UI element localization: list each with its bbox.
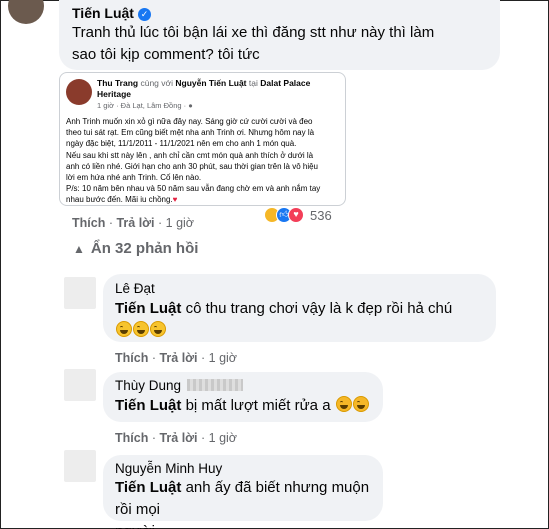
shared-post-with: cùng với <box>140 78 173 88</box>
main-comment-text-line2: sao tôi kịp comment? tôi tức <box>72 46 260 63</box>
main-comment-bubble: Tiến Luật ✓ Tranh thủ lúc tôi bận lái xe … <box>59 0 500 70</box>
reply-time[interactable]: 1 giờ <box>209 351 237 365</box>
reply-bubble: Nguyễn Minh Huy Tiến Luật anh ấy đã biết… <box>103 455 383 529</box>
shared-post-card[interactable]: Thu Trang cùng với Nguyễn Tiến Luật tại … <box>59 72 346 206</box>
reply-mention[interactable]: Tiến Luật <box>115 300 181 317</box>
reply-mention[interactable]: Tiến Luật <box>115 397 181 414</box>
shared-post-line: anh có liền nhé. Giới hạn cho anh 30 phú… <box>66 161 318 171</box>
reply-time[interactable]: 1 giờ <box>209 431 237 445</box>
rofl-emoji-icon <box>352 396 369 412</box>
shared-post-line: Nếu sau khi stt này lên , anh chỉ cần cm… <box>66 150 314 160</box>
hide-replies-label: Ẩn 32 phản hồi <box>90 240 199 257</box>
main-comment-actions: Thích · Trả lời · 1 giờ <box>72 216 194 230</box>
reply-author[interactable]: Thùy Dung <box>115 378 181 393</box>
globe-icon: ● <box>188 101 193 110</box>
reply-like-button[interactable]: Thích <box>115 351 148 365</box>
rofl-emoji-icon <box>335 396 352 412</box>
shared-post-author-avatar[interactable] <box>66 79 92 105</box>
reaction-count: 536 <box>310 207 332 223</box>
grin-emoji-icon <box>116 321 132 337</box>
grin-emoji-icon <box>133 321 149 337</box>
shared-post-line: lời em hứa nhé anh Trinh. Cố lên nào. <box>66 173 202 183</box>
reply-author[interactable]: Nguyễn Minh Huy <box>115 461 222 476</box>
reply-text: cô thu trang chơi vậy là k đẹp rồi hả ch… <box>185 300 453 317</box>
main-reply-button[interactable]: Trả lời <box>116 216 154 230</box>
shared-post-line: Anh Trinh muốn xin xỏ gì nữa đây nay. Sá… <box>66 117 313 126</box>
reply-text-line2: người <box>115 521 380 529</box>
shared-post-meta: 1 giờ · Đà Lạt, Lâm Đồng · ● <box>97 101 193 110</box>
shared-post-line: P/s: 10 năm bên nhau và 50 năm sau vẫn đ… <box>66 184 321 194</box>
main-comment-reactions[interactable]: 👍︎ ♥ 536 <box>264 206 332 224</box>
main-comment-author[interactable]: Tiến Luật <box>72 5 134 21</box>
reply-like-button[interactable]: Thích <box>115 431 148 445</box>
grin-emoji-icon <box>150 321 166 337</box>
shared-post-header: Thu Trang cùng với Nguyễn Tiến Luật tại … <box>97 78 342 100</box>
love-reaction-icon: ♥ <box>288 207 304 223</box>
reply-bubble: Thùy Dung Tiến Luật bị mất lượt miết rửa… <box>103 372 383 422</box>
shared-post-line: nhau bước đến. Mãi iu chồng. <box>66 195 173 205</box>
hide-replies-toggle[interactable]: ▲ Ẩn 32 phản hồi <box>73 240 198 257</box>
main-comment-time[interactable]: 1 giờ <box>166 216 194 230</box>
shared-post-author[interactable]: Thu Trang <box>97 78 138 88</box>
main-comment-text-line1: Tranh thủ lúc tôi bận lái xe thì đăng st… <box>72 24 435 41</box>
reply-actions: Thích · Trả lời · 1 giờ <box>115 431 237 445</box>
reply-actions: Thích · Trả lời · 1 giờ <box>115 351 237 365</box>
shared-post-tagged[interactable]: Nguyễn Tiến Luật <box>175 78 246 88</box>
reply-avatar[interactable] <box>64 277 96 309</box>
shared-post-line: ngày đặc biệt, 11/1/2011 - 11/1/2021 nên… <box>66 139 297 149</box>
redacted-name <box>187 379 244 391</box>
verified-badge-icon: ✓ <box>137 8 151 21</box>
reply-bubble: Lê Đạt Tiến Luật cô thu trang chơi vậy l… <box>103 274 496 342</box>
reply-reply-button[interactable]: Trả lời <box>159 431 197 445</box>
heart-icon: ♥ <box>172 195 178 205</box>
reply-author[interactable]: Lê Đạt <box>115 281 155 296</box>
shared-post-body: Anh Trinh muốn xin xỏ gì nữa đây nay. Sá… <box>66 116 341 205</box>
chevron-up-icon: ▲ <box>73 242 85 256</box>
reply-avatar[interactable] <box>64 369 96 401</box>
main-like-button[interactable]: Thích <box>72 216 105 230</box>
reply-reply-button[interactable]: Trả lời <box>159 351 197 365</box>
reply-mention[interactable]: Tiến Luật <box>115 479 181 496</box>
shared-post-at: tại <box>248 78 258 88</box>
reply-avatar[interactable] <box>64 450 96 482</box>
reply-text: bị mất lượt miết rửa a <box>185 397 331 414</box>
shared-post-line: theo tui sát rạt. Em cũng biết mệt nha a… <box>66 128 315 138</box>
